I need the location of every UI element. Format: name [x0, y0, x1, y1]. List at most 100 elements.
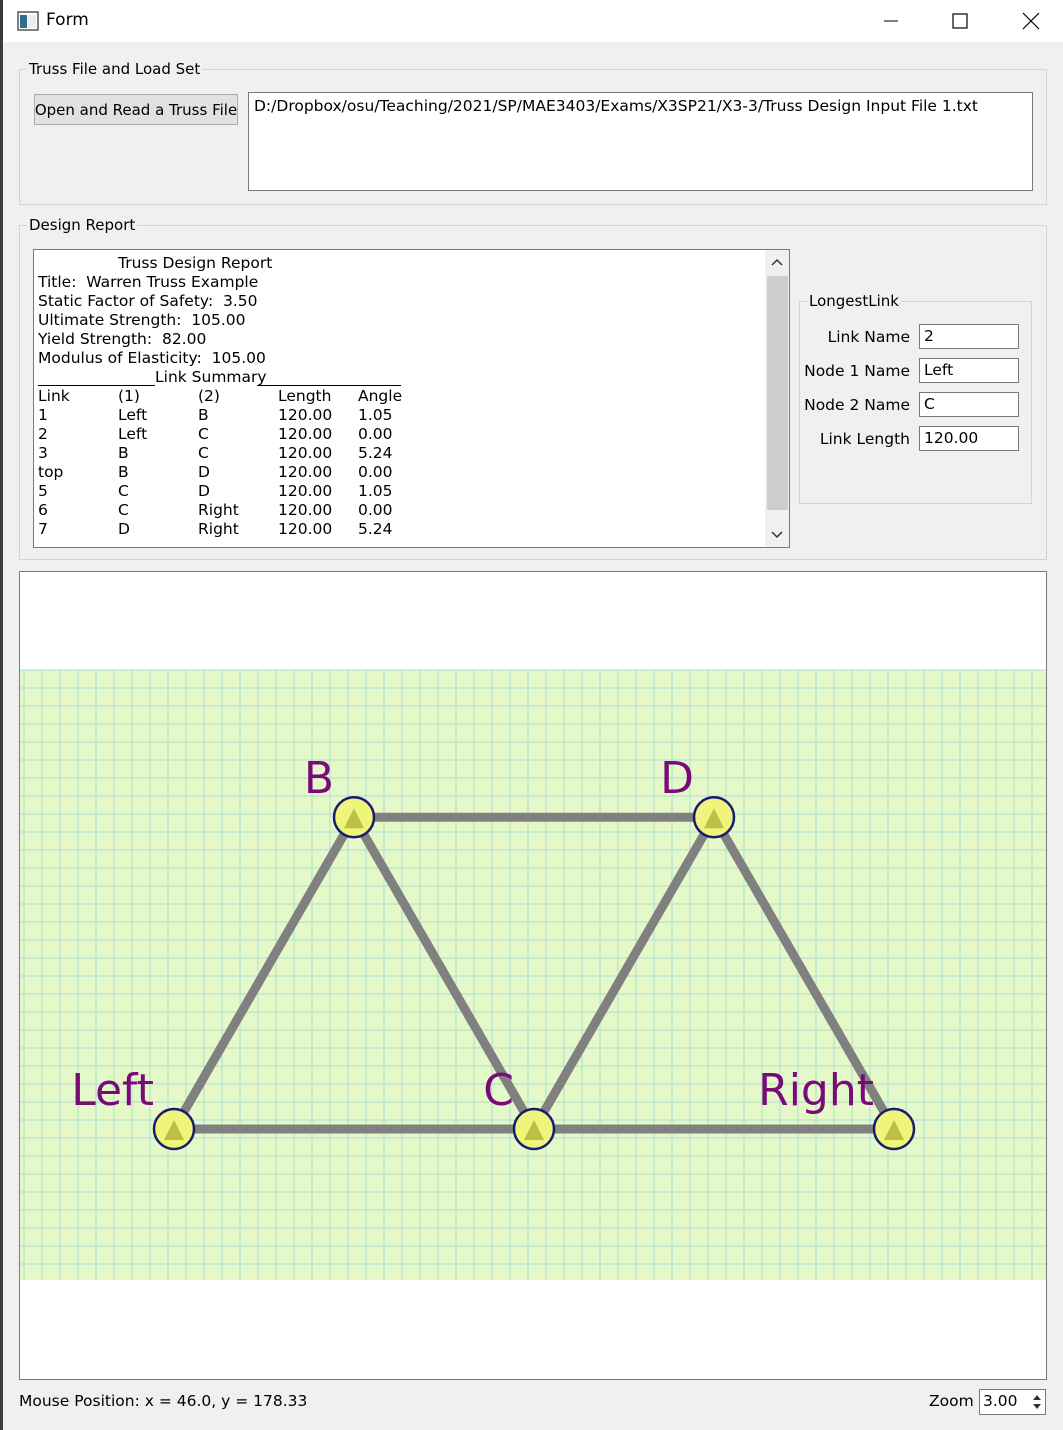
- summary-cell: Left: [118, 406, 148, 424]
- summary-row: 7 D Right 120.00 5.24: [38, 520, 393, 539]
- zoom-label: Zoom: [929, 1392, 974, 1410]
- column-header: (2): [198, 387, 220, 405]
- open-truss-file-button[interactable]: Open and Read a Truss File: [34, 94, 238, 125]
- summary-cell: C: [118, 501, 129, 519]
- node-label: Left: [71, 1065, 154, 1116]
- app-icon: [17, 11, 39, 31]
- mouse-position-readout: Mouse Position: x = 46.0, y = 178.33: [19, 1392, 308, 1410]
- design-report-textbox[interactable]: Truss Design Report Title: Warren Truss …: [33, 249, 790, 548]
- spin-arrows-icon[interactable]: [1029, 1390, 1045, 1414]
- summary-cell: 120.00: [278, 425, 333, 443]
- summary-cell: 1.05: [358, 482, 393, 500]
- chevron-down-icon: [771, 531, 783, 539]
- zoom-value: 3.00: [983, 1392, 1018, 1410]
- summary-cell: 120.00: [278, 501, 333, 519]
- longest-link-group-title: LongestLink: [807, 292, 901, 310]
- node1-name-label: Node 1 Name: [804, 362, 910, 380]
- summary-cell: D: [198, 463, 210, 481]
- summary-row: 3 B C 120.00 5.24: [38, 444, 393, 463]
- node-label: B: [304, 753, 334, 804]
- truss-file-group-title: Truss File and Load Set: [27, 60, 203, 78]
- link-summary-label: Link Summary: [155, 368, 267, 386]
- maximize-button[interactable]: [932, 0, 988, 42]
- report-line: Static Factor of Safety: 3.50: [38, 292, 258, 310]
- node2-name-label: Node 2 Name: [804, 396, 910, 414]
- report-scrollbar[interactable]: [765, 250, 789, 547]
- summary-cell: 120.00: [278, 444, 333, 462]
- summary-cell: Right: [198, 520, 239, 538]
- summary-cell: 3: [38, 444, 48, 462]
- summary-cell: top: [38, 463, 64, 481]
- summary-row: 6 C Right 120.00 0.00: [38, 501, 393, 520]
- node2-name-field[interactable]: C: [919, 392, 1019, 417]
- design-report-group-title: Design Report: [27, 216, 138, 234]
- report-line: Modulus of Elasticity: 105.00: [38, 349, 266, 367]
- close-icon: [1022, 12, 1040, 30]
- link-summary-heading: Link Summary: [38, 368, 401, 387]
- node-label: Right: [758, 1065, 874, 1116]
- report-line: Title: Warren Truss Example: [38, 273, 259, 291]
- summary-column-headers: Link (1) (2) Length Angle: [38, 387, 402, 406]
- summary-cell: Right: [198, 501, 239, 519]
- column-header: (1): [118, 387, 140, 405]
- summary-cell: 5: [38, 482, 48, 500]
- link-length-label: Link Length: [819, 430, 910, 448]
- summary-cell: B: [198, 406, 209, 424]
- summary-row: 5 C D 120.00 1.05: [38, 482, 393, 501]
- zoom-spinbox[interactable]: 3.00: [979, 1389, 1046, 1415]
- column-header: Angle: [358, 387, 403, 405]
- window-border: [0, 42, 3, 1430]
- node-label: D: [660, 753, 694, 804]
- summary-cell: 5.24: [358, 520, 393, 538]
- window-title: Form: [46, 10, 89, 30]
- summary-cell: 1: [38, 406, 48, 424]
- summary-row: 1 Left B 120.00 1.05: [38, 406, 393, 425]
- summary-cell: 120.00: [278, 463, 333, 481]
- summary-cell: 0.00: [358, 463, 393, 481]
- scroll-up-button[interactable]: [765, 250, 789, 274]
- summary-cell: 6: [38, 501, 48, 519]
- report-content: Truss Design Report Title: Warren Truss …: [38, 254, 402, 538]
- summary-cell: 5.24: [358, 444, 393, 462]
- summary-cell: 120.00: [278, 482, 333, 500]
- file-path-textbox[interactable]: D:/Dropbox/osu/Teaching/2021/SP/MAE3403/…: [248, 92, 1033, 191]
- summary-cell: 0.00: [358, 425, 393, 443]
- summary-row: top B D 120.00 0.00: [38, 463, 393, 482]
- chevron-up-icon: [771, 258, 783, 266]
- maximize-icon: [952, 13, 968, 29]
- summary-cell: 120.00: [278, 520, 333, 538]
- summary-cell: C: [198, 444, 209, 462]
- link-length-field[interactable]: 120.00: [919, 426, 1019, 451]
- summary-cell: Left: [118, 425, 148, 443]
- summary-cell: C: [118, 482, 129, 500]
- summary-cell: D: [118, 520, 130, 538]
- grid-background: [20, 670, 1046, 1280]
- column-header: Link: [38, 387, 70, 405]
- summary-cell: B: [118, 444, 129, 462]
- summary-cell: 2: [38, 425, 48, 443]
- report-header: Truss Design Report: [118, 254, 273, 272]
- summary-cell: 7: [38, 520, 48, 538]
- summary-cell: 120.00: [278, 406, 333, 424]
- close-button[interactable]: [1003, 0, 1059, 42]
- summary-cell: 1.05: [358, 406, 393, 424]
- node-label: C: [483, 1065, 514, 1116]
- title-bar: Form: [0, 0, 1063, 42]
- scroll-thumb[interactable]: [767, 276, 788, 510]
- truss-drawing-canvas[interactable]: Left B C D Right: [20, 572, 1046, 1379]
- minimize-button[interactable]: [863, 0, 919, 42]
- report-line: Yield Strength: 82.00: [38, 330, 207, 348]
- minimize-icon: [884, 20, 898, 22]
- summary-cell: C: [198, 425, 209, 443]
- link-name-label: Link Name: [827, 328, 910, 346]
- report-line: Ultimate Strength: 105.00: [38, 311, 246, 329]
- summary-cell: B: [118, 463, 129, 481]
- scroll-down-button[interactable]: [765, 523, 789, 547]
- truss-drawing-view[interactable]: Left B C D Right: [19, 571, 1047, 1380]
- link-name-field[interactable]: 2: [919, 324, 1019, 349]
- summary-cell: 0.00: [358, 501, 393, 519]
- column-header: Length: [278, 387, 332, 405]
- summary-row: 2 Left C 120.00 0.00: [38, 425, 393, 444]
- summary-cell: D: [198, 482, 210, 500]
- node1-name-field[interactable]: Left: [919, 358, 1019, 383]
